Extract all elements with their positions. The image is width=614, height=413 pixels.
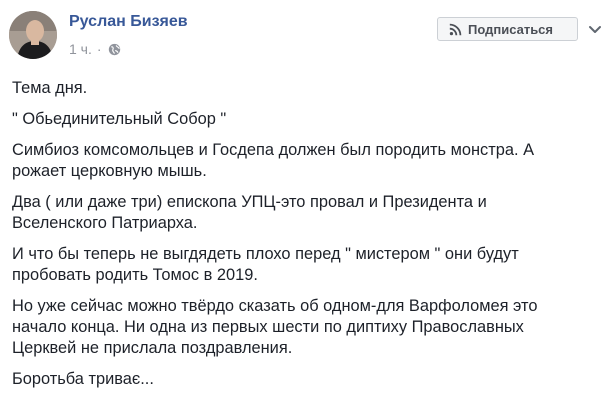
post-paragraph: И что бы теперь не выгдядеть плохо перед… [12,245,519,284]
post-paragraph: Два ( или даже три) епископа УПЦ-это про… [12,193,487,232]
post-paragraph: Боротьба триває... [12,370,154,388]
chevron-down-icon[interactable] [586,20,604,38]
post-paragraph: Симбиоз комсомольцев и Госдепа должен бы… [12,141,535,180]
post-body: Тема дня. " Обьединительный Собор " Симб… [12,78,572,400]
rss-icon [449,23,462,35]
facebook-post: Руслан Бизяев 1 ч. · Подписаться Тема дн… [0,0,614,413]
post-paragraph: Но уже сейчас можно твёрдо сказать об од… [12,297,538,357]
globe-icon[interactable] [108,43,121,56]
post-meta: 1 ч. · [69,41,121,57]
subscribe-button[interactable]: Подписаться [437,17,578,41]
post-paragraph: Тема дня. [12,79,88,97]
avatar[interactable] [9,11,57,59]
subscribe-label: Подписаться [468,21,554,37]
meta-separator: · [96,41,102,57]
avatar-photo [9,11,57,59]
post-paragraph: " Обьединительный Собор " [12,110,227,128]
post-timestamp[interactable]: 1 ч. [69,41,92,57]
author-name[interactable]: Руслан Бизяев [69,13,188,31]
